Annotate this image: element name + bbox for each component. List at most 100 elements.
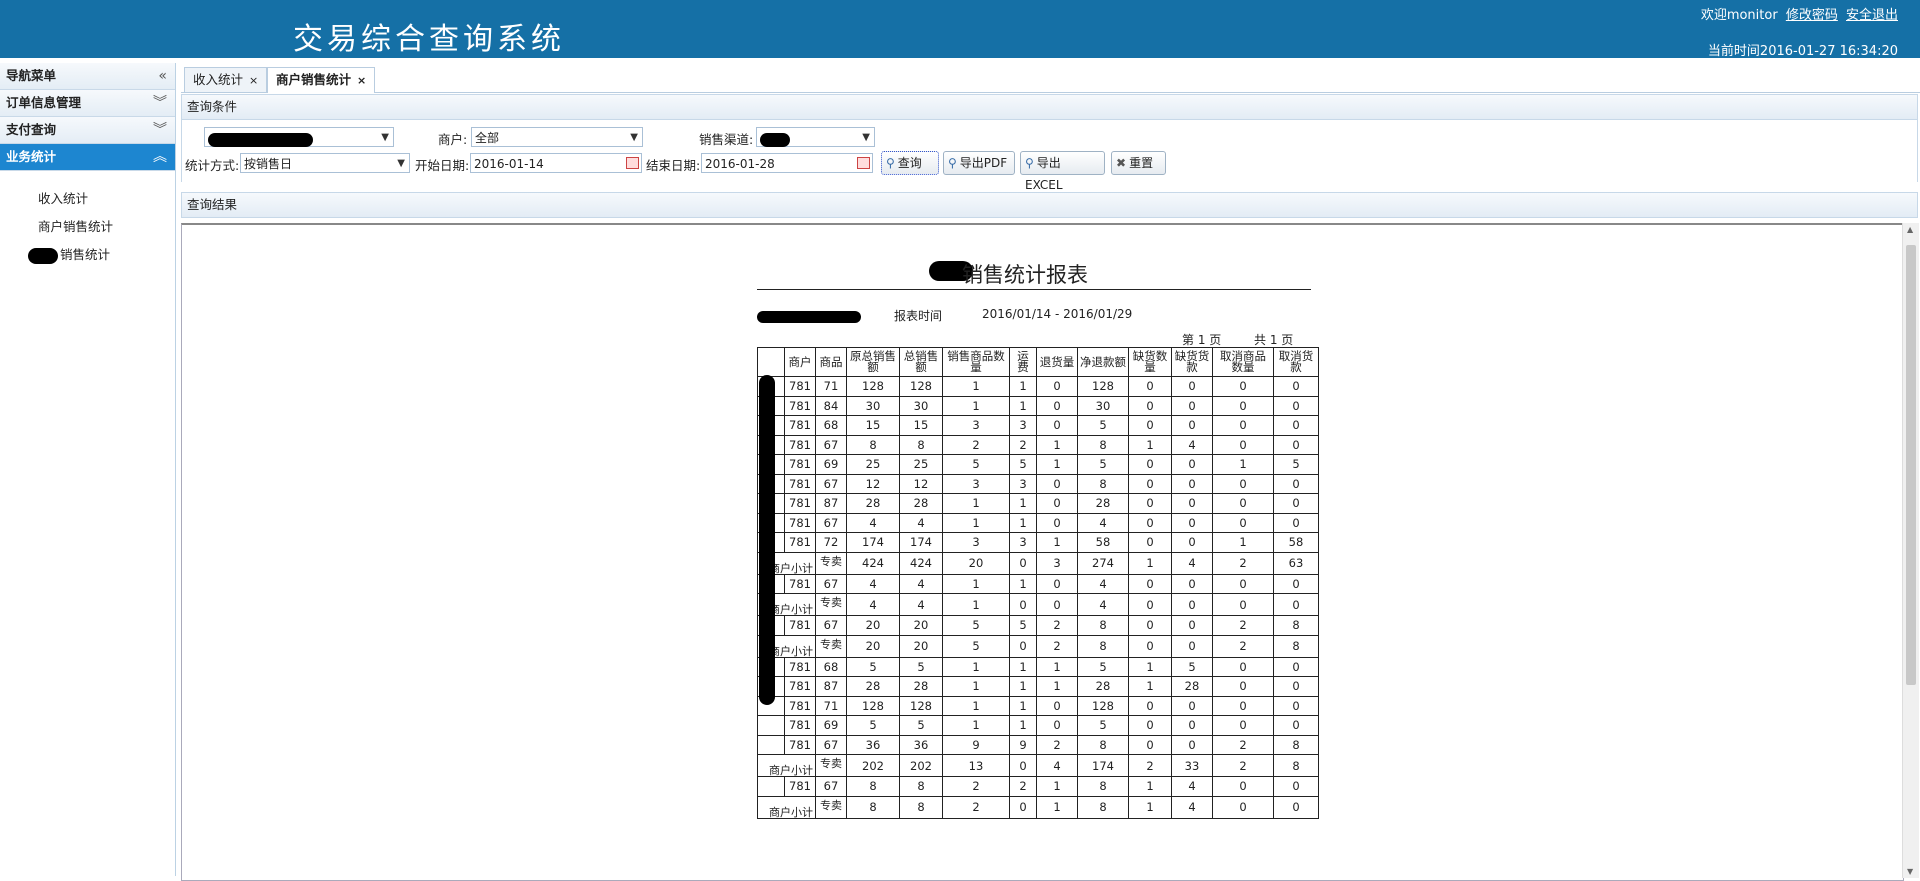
submenu-sales-stats[interactable]: 销售统计	[28, 241, 175, 269]
table-cell: 67	[815, 512, 847, 533]
table-cell: 0	[1009, 551, 1037, 575]
submenu-income-stats[interactable]: 收入统计	[38, 185, 175, 213]
table-cell: 0	[1036, 415, 1078, 436]
table-cell: 1	[1009, 395, 1037, 416]
table-row: 781 87 28 28 1 1 1 28 1 28 0 0	[757, 676, 1319, 697]
table-cell: 13	[942, 754, 1010, 777]
chevron-down-icon: ▼	[862, 132, 870, 143]
sidebar-nav-menu-header[interactable]: 导航菜单 «	[0, 63, 175, 90]
submenu-sales-stats-label: 销售统计	[60, 247, 111, 262]
table-row: 781 67 20 20 5 5 2 8 0 0 2 8	[757, 615, 1319, 636]
table-cell: 0	[1273, 512, 1319, 533]
merchant-select-value: 全部	[475, 131, 500, 145]
query-button[interactable]: ⚲ 查询	[881, 151, 939, 175]
table-cell: 1	[1009, 676, 1037, 697]
current-time: 当前时间2016-01-27 16:34:20	[1707, 44, 1898, 59]
table-cell: 1	[1009, 376, 1037, 397]
table-cell: 1	[1009, 715, 1037, 736]
change-password-link[interactable]: 修改密码	[1786, 8, 1838, 23]
table-cell: 0	[1128, 593, 1172, 616]
table-row: 781 67 8 8 2 2 1 8 1 4 0 0	[757, 776, 1319, 797]
table-cell: 8	[1077, 734, 1129, 755]
merchant-select[interactable]: 全部 ▼	[471, 127, 643, 147]
end-date-label: 结束日期:	[646, 158, 701, 173]
table-cell: 30	[899, 395, 943, 416]
table-cell: 0	[1171, 376, 1213, 397]
table-cell: 0	[1128, 734, 1172, 755]
table-header-row: 商户 商品 原总销售额 总销售额 销售商品数量 运费 退货量 净退款额 缺货数量 缺货货款 取消商品…	[757, 347, 1319, 377]
table-cell: 68	[815, 415, 847, 436]
table-cell: 2	[1009, 434, 1037, 455]
table-cell: 0	[1009, 795, 1037, 819]
table-cell: 5	[899, 715, 943, 736]
scroll-up-icon[interactable]: ▲	[1907, 225, 1913, 234]
table-cell: 781	[784, 376, 816, 397]
first-filter-select[interactable]: ▼	[204, 127, 394, 147]
reset-button[interactable]: ✖ 重置	[1111, 151, 1166, 175]
table-cell: 0	[1128, 532, 1172, 553]
chevron-down-icon: ▼	[397, 158, 405, 169]
query-form: ▼ 商户: 全部 ▼ 销售渠道: ▼ 统计方式: 按销售日 ▼ 开始日期: 2016…	[181, 120, 1918, 192]
scroll-down-icon[interactable]: ▼	[1907, 867, 1913, 876]
table-row: 781 67 4 4 1 1 0 4 0 0 0 0	[757, 573, 1319, 594]
sidebar-item-business-stats[interactable]: 业务统计 ︽	[0, 144, 175, 171]
table-cell: 15	[846, 415, 900, 436]
table-cell: 4	[846, 593, 900, 616]
table-cell: 0	[1212, 676, 1274, 697]
export-pdf-button[interactable]: ⚲ 导出PDF	[943, 151, 1015, 175]
start-date-input[interactable]: 2016-01-14	[470, 153, 642, 173]
table-cell: 5	[942, 454, 1010, 475]
table-cell: 0	[1128, 615, 1172, 636]
table-cell: 202	[846, 754, 900, 777]
method-select[interactable]: 按销售日 ▼	[240, 153, 410, 173]
export-excel-button[interactable]: ⚲ 导出EXCEL	[1020, 151, 1105, 192]
close-icon[interactable]: ×	[357, 74, 366, 87]
table-row: 781 84 30 30 1 1 0 30 0 0 0 0	[757, 395, 1319, 416]
table-cell: 3	[942, 473, 1010, 494]
chevron-down-icon: ︾	[153, 95, 167, 111]
search-icon: ⚲	[886, 156, 895, 170]
table-body: 1781711281281101280000781843030110300000…	[757, 376, 1319, 819]
sidebar-item-payment-query[interactable]: 支付查询 ︾	[0, 117, 175, 144]
table-cell: 8	[1077, 615, 1129, 636]
submenu-merchant-sales-stats[interactable]: 商户销售统计	[38, 213, 175, 241]
channel-select[interactable]: ▼	[756, 127, 875, 147]
scrollbar-thumb[interactable]	[1906, 245, 1916, 685]
table-cell: 69	[815, 715, 847, 736]
table-cell: 5	[1171, 656, 1213, 677]
table-cell: 4	[1171, 776, 1213, 797]
sidebar: 导航菜单 « 订单信息管理 ︾ 支付查询 ︾ 业务统计 ︽ 收入统计 商户销售统…	[0, 63, 176, 876]
table-cell: 0	[1273, 593, 1319, 616]
calendar-icon[interactable]	[626, 157, 639, 169]
tab-merchant-sales-stats[interactable]: 商户销售统计 ×	[267, 67, 376, 93]
tab-income-stats[interactable]: 收入统计 ×	[184, 67, 268, 92]
calendar-icon[interactable]	[857, 157, 870, 169]
table-cell: 30	[1077, 395, 1129, 416]
table-cell: 424	[899, 551, 943, 575]
table-cell: 0	[1171, 473, 1213, 494]
table-cell: 4	[1077, 512, 1129, 533]
end-date-input[interactable]: 2016-01-28	[701, 153, 873, 173]
table-cell: 28	[846, 676, 900, 697]
table-cell: 20	[942, 551, 1010, 575]
report-title-divider	[757, 289, 1311, 290]
table-cell: 8	[1077, 473, 1129, 494]
table-cell: 1	[942, 493, 1010, 514]
table-cell: 2	[1036, 734, 1078, 755]
table-row: 781 69 5 5 1 1 0 5 0 0 0 0	[757, 715, 1319, 736]
sidebar-item-order-management[interactable]: 订单信息管理 ︾	[0, 90, 175, 117]
table-cell: 0	[1036, 493, 1078, 514]
table-cell: 0	[1273, 473, 1319, 494]
start-date-value: 2016-01-14	[474, 157, 544, 171]
table-cell: 30	[846, 395, 900, 416]
tab-label: 收入统计	[193, 72, 244, 87]
report-scrollbar[interactable]: ▲ ▼	[1902, 223, 1919, 878]
collapse-icon[interactable]: «	[158, 63, 167, 89]
logout-link[interactable]: 安全退出	[1846, 8, 1898, 23]
table-cell: 20	[846, 634, 900, 658]
report-viewer: 销售统计报表 报表时间 2016/01/14 - 2016/01/29 第 1 …	[181, 223, 1904, 881]
table-cell: 5	[1009, 454, 1037, 475]
close-icon[interactable]: ×	[249, 74, 258, 87]
report-title: 销售统计报表	[962, 263, 1088, 287]
table-cell: 0	[1273, 715, 1319, 736]
